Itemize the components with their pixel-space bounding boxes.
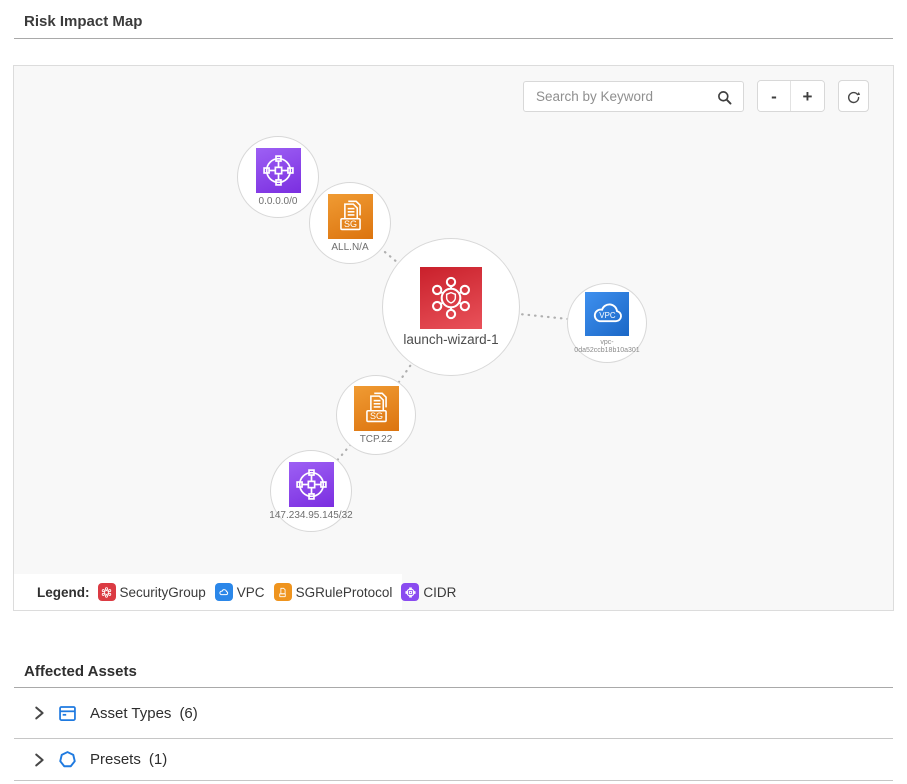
legend-label: VPC (237, 585, 265, 600)
security-group-mini-icon (98, 583, 116, 601)
cidr-icon (256, 148, 301, 193)
legend-label: SecurityGroup (120, 585, 206, 600)
refresh-button[interactable] (838, 80, 869, 112)
node-label: vpc-0da52ccb18b10a301 (568, 339, 646, 354)
legend-label: SGRuleProtocol (296, 585, 393, 600)
cidr-icon (289, 462, 334, 507)
asset-row-presets[interactable]: Presets (1) (14, 739, 893, 781)
graph-node-sgrule-all[interactable]: SG ALL.N/A (309, 182, 391, 264)
sg-rule-protocol-icon: SG (328, 194, 373, 239)
presets-icon (57, 749, 78, 770)
cidr-mini-icon (401, 583, 419, 601)
zoom-in-button[interactable]: + (791, 81, 824, 111)
vpc-icon: VPC (585, 292, 629, 336)
legend-item-security-group: SecurityGroup (98, 583, 206, 601)
legend-label: CIDR (423, 585, 456, 600)
legend-title: Legend: (37, 585, 90, 600)
map-toolbar: - + (523, 80, 869, 112)
sg-rule-protocol-mini-icon (274, 583, 292, 601)
chevron-right-icon[interactable] (30, 751, 48, 769)
zoom-controls: - + (757, 80, 825, 112)
node-label: launch-wizard-1 (403, 333, 498, 348)
graph-node-cidr-host[interactable]: 147.234.95.145/32 (270, 450, 352, 532)
svg-text:SG: SG (369, 411, 382, 421)
graph-node-sgrule-tcp22[interactable]: SG TCP.22 (336, 375, 416, 455)
asset-types-icon (57, 703, 78, 724)
risk-impact-map-canvas[interactable]: - + 0.0.0.0/0 (13, 65, 894, 611)
graph-node-vpc[interactable]: VPC vpc-0da52ccb18b10a301 (567, 283, 647, 363)
search-input[interactable] (524, 82, 743, 111)
security-group-icon (420, 267, 482, 329)
graph-node-cidr-any[interactable]: 0.0.0.0/0 (237, 136, 319, 218)
legend-item-sg-rule-protocol: SGRuleProtocol (274, 583, 393, 601)
chevron-right-icon[interactable] (30, 704, 48, 722)
node-label: 0.0.0.0/0 (259, 196, 298, 207)
graph-node-security-group[interactable]: launch-wizard-1 (382, 238, 520, 376)
search-box (523, 81, 744, 112)
affected-assets-header: Affected Assets (0, 611, 907, 681)
legend-item-vpc: VPC (215, 583, 265, 601)
legend-item-cidr: CIDR (401, 583, 456, 601)
asset-row-label: Presets (90, 751, 141, 768)
node-label: TCP.22 (360, 434, 393, 445)
header-divider (14, 38, 893, 39)
node-label: ALL.N/A (331, 242, 368, 253)
search-icon[interactable] (715, 88, 734, 107)
svg-text:VPC: VPC (599, 311, 616, 320)
page-title: Risk Impact Map (24, 13, 142, 30)
sg-rule-protocol-icon: SG (354, 386, 399, 431)
vpc-mini-icon (215, 583, 233, 601)
node-label: 147.234.95.145/32 (269, 510, 352, 521)
affected-assets-title: Affected Assets (24, 663, 137, 680)
page-header: Risk Impact Map (0, 0, 907, 31)
map-legend: Legend: SecurityGroup VPC (14, 574, 402, 610)
asset-row-asset-types[interactable]: Asset Types (6) (14, 688, 893, 739)
asset-row-count: (1) (149, 751, 167, 768)
zoom-out-button[interactable]: - (758, 81, 791, 111)
svg-text:SG: SG (343, 219, 356, 229)
asset-row-label: Asset Types (90, 705, 171, 722)
asset-row-count: (6) (179, 705, 197, 722)
refresh-icon (845, 88, 862, 105)
